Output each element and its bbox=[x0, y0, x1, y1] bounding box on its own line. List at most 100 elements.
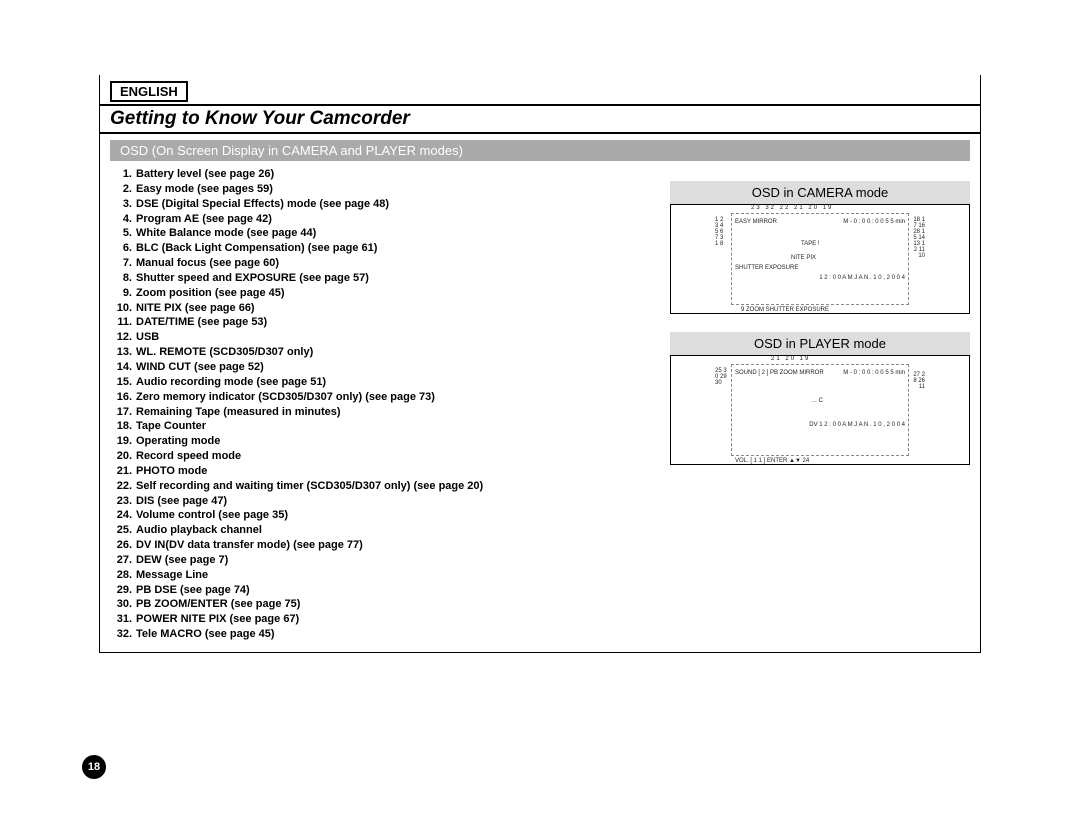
camera-inside-bl: SHUTTER EXPOSURE bbox=[735, 265, 798, 271]
item-text: DSE (Digital Special Effects) mode (see … bbox=[136, 197, 389, 212]
item-text: Program AE (see page 42) bbox=[136, 212, 272, 227]
camera-inside-center: NITE PIX bbox=[791, 255, 816, 261]
item-number: 16. bbox=[110, 390, 136, 405]
item-number: 3. bbox=[110, 197, 136, 212]
item-text: DIS (see page 47) bbox=[136, 494, 227, 509]
item-number: 18. bbox=[110, 419, 136, 434]
camera-inside-br: 1 2 : 0 0 A M J A N . 1 0 , 2 0 0 4 bbox=[819, 275, 905, 281]
item-number: 20. bbox=[110, 449, 136, 464]
item-text: Record speed mode bbox=[136, 449, 241, 464]
item-text: PB DSE (see page 74) bbox=[136, 583, 250, 598]
camera-inside-tl: EASY MIRROR bbox=[735, 219, 777, 225]
osd-list-item: 3.DSE (Digital Special Effects) mode (se… bbox=[110, 197, 660, 212]
player-inside-tl: SOUND [ 2 ] PB ZOOM MIRROR bbox=[735, 370, 824, 376]
osd-list-item: 22.Self recording and waiting timer (SCD… bbox=[110, 479, 660, 494]
content-row: 1.Battery level (see page 26)2.Easy mode… bbox=[100, 161, 980, 652]
item-number: 19. bbox=[110, 434, 136, 449]
item-text: Message Line bbox=[136, 568, 208, 583]
osd-list-item: 12.USB bbox=[110, 330, 660, 345]
item-number: 27. bbox=[110, 553, 136, 568]
item-number: 32. bbox=[110, 627, 136, 642]
osd-list-item: 14.WIND CUT (see page 52) bbox=[110, 360, 660, 375]
item-text: PB ZOOM/ENTER (see page 75) bbox=[136, 597, 300, 612]
item-number: 5. bbox=[110, 226, 136, 241]
osd-list-item: 25.Audio playback channel bbox=[110, 523, 660, 538]
camera-right-labels: 18 17 16 28 15 14 13 12 11 10 bbox=[913, 217, 925, 259]
item-text: Audio recording mode (see page 51) bbox=[136, 375, 326, 390]
player-panel-title: OSD in PLAYER mode bbox=[670, 332, 970, 355]
item-text: WL. REMOTE (SCD305/D307 only) bbox=[136, 345, 313, 360]
item-number: 29. bbox=[110, 583, 136, 598]
item-text: Easy mode (see pages 59) bbox=[136, 182, 273, 197]
item-number: 23. bbox=[110, 494, 136, 509]
item-text: Tape Counter bbox=[136, 419, 206, 434]
item-text: Zero memory indicator (SCD305/D307 only)… bbox=[136, 390, 435, 405]
item-number: 14. bbox=[110, 360, 136, 375]
item-number: 13. bbox=[110, 345, 136, 360]
item-number: 6. bbox=[110, 241, 136, 256]
sub-header: OSD (On Screen Display in CAMERA and PLA… bbox=[110, 140, 970, 161]
item-text: Manual focus (see page 60) bbox=[136, 256, 279, 271]
item-text: POWER NITE PIX (see page 67) bbox=[136, 612, 299, 627]
feature-list-column: 1.Battery level (see page 26)2.Easy mode… bbox=[110, 161, 670, 642]
osd-list-item: 15.Audio recording mode (see page 51) bbox=[110, 375, 660, 390]
item-number: 2. bbox=[110, 182, 136, 197]
player-osd-diagram: 21 20 19 25 30 29 30 27 28 26 11 SOUND [… bbox=[670, 355, 970, 465]
item-text: Audio playback channel bbox=[136, 523, 262, 538]
item-text: DEW (see page 7) bbox=[136, 553, 228, 568]
item-text: Operating mode bbox=[136, 434, 220, 449]
osd-list-item: 26.DV IN(DV data transfer mode) (see pag… bbox=[110, 538, 660, 553]
osd-list-item: 19.Operating mode bbox=[110, 434, 660, 449]
item-text: White Balance mode (see page 44) bbox=[136, 226, 316, 241]
item-text: Shutter speed and EXPOSURE (see page 57) bbox=[136, 271, 369, 286]
diagram-column: OSD in CAMERA mode 23 32 22 21 20 19 1 2… bbox=[670, 161, 970, 483]
item-number: 25. bbox=[110, 523, 136, 538]
camera-panel-title: OSD in CAMERA mode bbox=[670, 181, 970, 204]
item-text: PHOTO mode bbox=[136, 464, 207, 479]
item-number: 24. bbox=[110, 508, 136, 523]
osd-list-item: 4.Program AE (see page 42) bbox=[110, 212, 660, 227]
item-number: 12. bbox=[110, 330, 136, 345]
manual-page: ENGLISH Getting to Know Your Camcorder O… bbox=[99, 75, 981, 653]
osd-list-item: 21.PHOTO mode bbox=[110, 464, 660, 479]
item-number: 8. bbox=[110, 271, 136, 286]
osd-list-item: 18.Tape Counter bbox=[110, 419, 660, 434]
osd-list-item: 8.Shutter speed and EXPOSURE (see page 5… bbox=[110, 271, 660, 286]
player-inside-br: DV 1 2 : 0 0 A M J A N . 1 0 , 2 0 0 4 bbox=[809, 422, 905, 428]
item-text: Zoom position (see page 45) bbox=[136, 286, 285, 301]
osd-list-item: 10.NITE PIX (see page 66) bbox=[110, 301, 660, 316]
osd-list-item: 31.POWER NITE PIX (see page 67) bbox=[110, 612, 660, 627]
osd-list-item: 30.PB ZOOM/ENTER (see page 75) bbox=[110, 597, 660, 612]
item-number: 31. bbox=[110, 612, 136, 627]
item-text: WIND CUT (see page 52) bbox=[136, 360, 264, 375]
item-number: 22. bbox=[110, 479, 136, 494]
item-text: USB bbox=[136, 330, 159, 345]
osd-list-item: 17.Remaining Tape (measured in minutes) bbox=[110, 405, 660, 420]
osd-list-item: 16.Zero memory indicator (SCD305/D307 on… bbox=[110, 390, 660, 405]
player-screen-outline bbox=[731, 364, 909, 456]
item-number: 21. bbox=[110, 464, 136, 479]
osd-list-item: 28.Message Line bbox=[110, 568, 660, 583]
osd-list-item: 2.Easy mode (see pages 59) bbox=[110, 182, 660, 197]
item-number: 4. bbox=[110, 212, 136, 227]
osd-list-item: 13.WL. REMOTE (SCD305/D307 only) bbox=[110, 345, 660, 360]
item-text: Volume control (see page 35) bbox=[136, 508, 288, 523]
osd-list-item: 29.PB DSE (see page 74) bbox=[110, 583, 660, 598]
item-text: Battery level (see page 26) bbox=[136, 167, 274, 182]
item-number: 1. bbox=[110, 167, 136, 182]
item-number: 30. bbox=[110, 597, 136, 612]
item-number: 7. bbox=[110, 256, 136, 271]
page-number-badge: 18 bbox=[82, 755, 106, 779]
item-text: DATE/TIME (see page 53) bbox=[136, 315, 267, 330]
camera-inside-tr: M - 0 : 0 0 : 0 0 5 5 min bbox=[843, 219, 905, 225]
language-label: ENGLISH bbox=[110, 81, 188, 102]
player-top-labels: 21 20 19 bbox=[771, 356, 810, 362]
player-inside-tr: M - 0 : 0 0 : 0 0 5 5 min bbox=[843, 370, 905, 376]
osd-list-item: 11.DATE/TIME (see page 53) bbox=[110, 315, 660, 330]
camera-screen-outline bbox=[731, 213, 909, 305]
camera-left-labels: 1 2 3 4 5 6 7 31 8 bbox=[715, 217, 725, 247]
item-number: 10. bbox=[110, 301, 136, 316]
item-number: 15. bbox=[110, 375, 136, 390]
camera-top-labels: 23 32 22 21 20 19 bbox=[751, 205, 833, 211]
item-number: 26. bbox=[110, 538, 136, 553]
